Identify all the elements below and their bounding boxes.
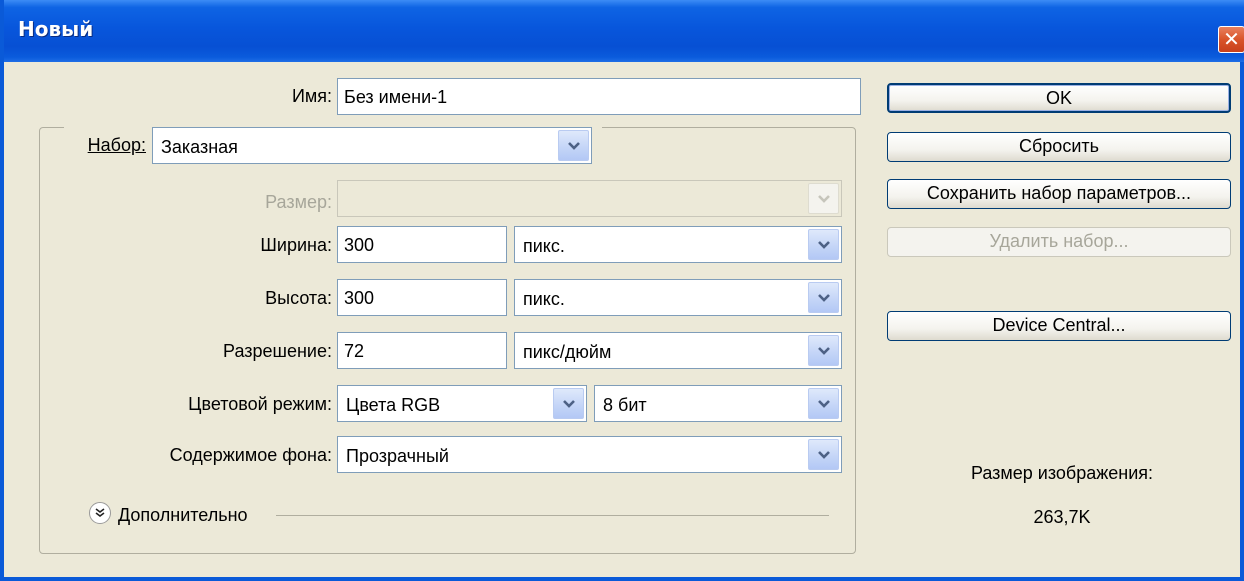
size-dropdown-arrow (808, 183, 839, 214)
chevron-down-icon (817, 240, 830, 249)
ok-button[interactable]: OK (887, 83, 1231, 113)
resolution-unit-select[interactable]: пикс/дюйм (514, 332, 842, 369)
height-value: 300 (344, 288, 375, 308)
preset-label: Набор: (72, 133, 146, 157)
resolution-label: Разрешение: (223, 341, 332, 361)
new-document-dialog: Новый ✕ Имя: Без имени-1 Набор: Заказная… (0, 0, 1244, 581)
advanced-label[interactable]: Дополнительно (118, 503, 248, 527)
chevron-down-icon (567, 141, 580, 150)
background-value: Прозрачный (346, 446, 449, 466)
chevron-down-icon (817, 399, 830, 408)
image-size-label: Размер изображения: (970, 463, 1154, 483)
preset-select[interactable]: Заказная (152, 127, 592, 164)
preset-value: Заказная (161, 137, 238, 157)
advanced-toggle[interactable] (89, 502, 111, 524)
width-input[interactable]: 300 (337, 226, 507, 263)
delete-preset-button: Удалить набор... (887, 227, 1231, 257)
chevron-down-icon (817, 346, 830, 355)
reset-button[interactable]: Сбросить (887, 132, 1231, 162)
resolution-unit-dropdown-arrow[interactable] (808, 335, 839, 366)
size-select (337, 180, 842, 217)
window-title: Новый (18, 17, 94, 41)
height-unit-value: пикс. (523, 289, 565, 309)
resolution-input[interactable]: 72 (337, 332, 507, 369)
height-unit-dropdown-arrow[interactable] (808, 282, 839, 313)
background-select[interactable]: Прозрачный (337, 436, 842, 473)
color-mode-value: Цвета RGB (346, 395, 441, 415)
preset-label-text: Набор: (87, 135, 146, 155)
background-dropdown-arrow[interactable] (808, 439, 839, 470)
width-unit-value: пикс. (523, 236, 565, 256)
name-value: Без имени-1 (344, 87, 448, 107)
color-mode-dropdown-arrow[interactable] (553, 388, 584, 419)
save-preset-button[interactable]: Сохранить набор параметров... (887, 179, 1231, 209)
size-label: Размер: (265, 192, 332, 212)
image-size-value: 263,7K (1033, 507, 1091, 527)
chevron-down-icon (817, 450, 830, 459)
bit-depth-select[interactable]: 8 бит (594, 385, 842, 422)
device-central-button[interactable]: Device Central... (887, 311, 1231, 341)
name-label: Имя: (291, 86, 332, 106)
expand-chevrons-icon (95, 508, 105, 517)
preset-dropdown-arrow[interactable] (558, 130, 589, 161)
height-unit-select[interactable]: пикс. (514, 279, 842, 316)
width-label: Ширина: (260, 235, 332, 255)
bit-depth-dropdown-arrow[interactable] (808, 388, 839, 419)
width-unit-select[interactable]: пикс. (514, 226, 842, 263)
background-label: Содержимое фона: (169, 445, 332, 465)
resolution-value: 72 (344, 341, 365, 361)
color-mode-select[interactable]: Цвета RGB (337, 385, 587, 422)
color-mode-label: Цветовой режим: (188, 394, 332, 414)
title-bar[interactable]: Новый ✕ (4, 0, 1244, 62)
chevron-down-icon (562, 399, 575, 408)
chevron-down-icon (817, 194, 830, 203)
width-value: 300 (344, 235, 375, 255)
bit-depth-value: 8 бит (603, 395, 647, 415)
height-input[interactable]: 300 (337, 279, 507, 316)
name-input[interactable]: Без имени-1 (337, 78, 861, 115)
height-label: Высота: (265, 288, 332, 308)
width-unit-dropdown-arrow[interactable] (808, 229, 839, 260)
close-icon: ✕ (1223, 27, 1240, 51)
advanced-divider (276, 515, 829, 516)
close-button[interactable]: ✕ (1218, 26, 1244, 53)
resolution-unit-value: пикс/дюйм (523, 342, 612, 362)
chevron-down-icon (817, 293, 830, 302)
